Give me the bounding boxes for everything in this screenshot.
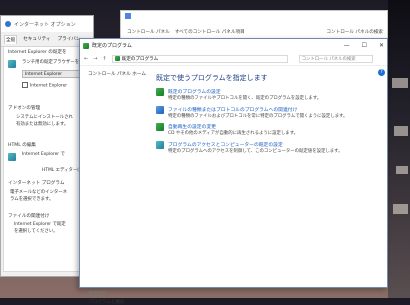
- cpback-address-bar[interactable]: コントロール パネル すべてのコントロール パネル項目 コントロール パネルの検…: [127, 27, 383, 36]
- io-body: Internet Explorer の既定を ランチ用の既定ブラウザーを Int…: [3, 47, 91, 272]
- autoplay-icon: [156, 123, 164, 131]
- checkbox[interactable]: [22, 82, 28, 88]
- search-input[interactable]: コントロール パネルの検索: [298, 54, 373, 63]
- ie-icon: [8, 153, 16, 161]
- io-title: インターネット オプション: [14, 21, 76, 28]
- close-button[interactable]: ✕: [379, 42, 384, 49]
- io-section-html: HTML の編集: [8, 143, 37, 148]
- desktop-shape: [392, 78, 408, 88]
- desktop-background: [388, 0, 410, 298]
- sidebar-control-panel-home[interactable]: コントロール パネル ホーム: [88, 71, 146, 77]
- maximize-button[interactable]: ☐: [362, 42, 367, 49]
- item-link[interactable]: プログラムのアクセスとコンピューターの既定の設定: [168, 141, 283, 148]
- up-button[interactable]: ↑: [102, 56, 106, 62]
- window-title: 既定のプログラム: [92, 43, 132, 49]
- item-description: 特定の種類のファイルおよびプロトコルを常に特定のプログラムで開くように設定します…: [168, 114, 348, 119]
- io-text: ラムを選択できます。: [10, 197, 54, 202]
- default-programs-icon: [114, 56, 120, 61]
- io-section-addons: アドオンの管理: [8, 106, 41, 111]
- desktop-shape: [396, 166, 408, 174]
- file-association-icon: [156, 106, 164, 114]
- io-text: ランチ用の既定ブラウザーを: [22, 60, 80, 65]
- io-titlebar: インターネット オプション: [1, 16, 93, 32]
- back-button[interactable]: ←: [84, 56, 88, 62]
- forward-button[interactable]: →: [93, 56, 97, 62]
- minimize-button[interactable]: —: [344, 42, 350, 49]
- main-titlebar: 既定のプログラム — ☐ ✕: [80, 39, 387, 52]
- page-title: 既定で使うプログラムを指定します: [156, 74, 268, 82]
- programs-and-features-link[interactable]: プログラムと機能: [88, 299, 125, 305]
- io-section-default-browser: Internet Explorer の既定を: [8, 50, 67, 55]
- tab-general[interactable]: 全般: [4, 35, 18, 44]
- cpback-titlebar: [121, 11, 387, 21]
- cpback-crumb-current: すべてのコントロール パネル項目: [174, 29, 245, 35]
- checkbox-text: Internet Explorer: [30, 83, 68, 89]
- program-access-icon: [156, 141, 164, 149]
- item-description: 特定のプログラムへのアクセスを制御して、このコンピューターの既定値を設定します。: [168, 149, 343, 154]
- tab-security[interactable]: セキュリティ: [22, 35, 51, 44]
- io-section-programs: インターネット プログラム: [8, 181, 65, 186]
- io-text: 有効または無効にします。: [16, 122, 69, 127]
- io-checkbox-label[interactable]: Internet Explorer: [22, 82, 67, 89]
- cpback-crumb-prefix: コントロール パネル: [127, 29, 170, 35]
- main-content: コントロール パネル ホーム ? 既定で使うプログラムを指定します 既定のプログ…: [80, 66, 387, 305]
- io-section-file-assoc: ファイルの関連付け: [8, 214, 50, 219]
- cpback-search[interactable]: コントロール パネルの検索: [326, 29, 383, 35]
- default-programs-icon: [83, 42, 89, 49]
- io-text: システムにインストールされ: [16, 115, 73, 120]
- make-default-button[interactable]: Internet Explorer: [22, 70, 82, 78]
- address-bar[interactable]: 既定のプログラム: [111, 54, 288, 63]
- io-text: Internet Explorer で既定: [14, 222, 66, 227]
- control-panel-icon: [125, 13, 131, 19]
- desktop-shape: [393, 204, 408, 214]
- item-link[interactable]: 既定のプログラムの設定: [168, 88, 221, 95]
- io-text: 電子メールなどのインターネ: [10, 190, 68, 195]
- see-also-label: 関連項目: [88, 292, 106, 297]
- default-programs-window[interactable]: 既定のプログラム — ☐ ✕ ← → ↑ 既定のプログラム コントロール パネル…: [79, 38, 388, 305]
- desktop-shape: [394, 126, 408, 136]
- io-text: を選択してください。: [14, 229, 58, 234]
- help-icon[interactable]: ?: [378, 69, 385, 76]
- ie-icon: [8, 60, 16, 68]
- item-link[interactable]: ファイルの種類またはプロトコルのプログラムへの関連付け: [168, 106, 297, 113]
- address-text: 既定のプログラム: [121, 56, 159, 62]
- item-description: 特定の種類のファイルやプロトコルを開く、既定のプログラムを設定します。: [168, 96, 322, 101]
- io-text: Internet Explorer で: [22, 152, 65, 157]
- window-controls: — ☐ ✕: [344, 39, 384, 52]
- item-link[interactable]: 自動再生の設定の変更: [168, 123, 216, 130]
- internet-options-icon: [5, 21, 11, 27]
- navigation-bar: ← → ↑ 既定のプログラム コントロール パネルの検索: [80, 52, 387, 66]
- item-description: CD やその他のメディアが自動的に再生されるように設定します。: [168, 131, 299, 136]
- default-programs-icon: [156, 88, 164, 96]
